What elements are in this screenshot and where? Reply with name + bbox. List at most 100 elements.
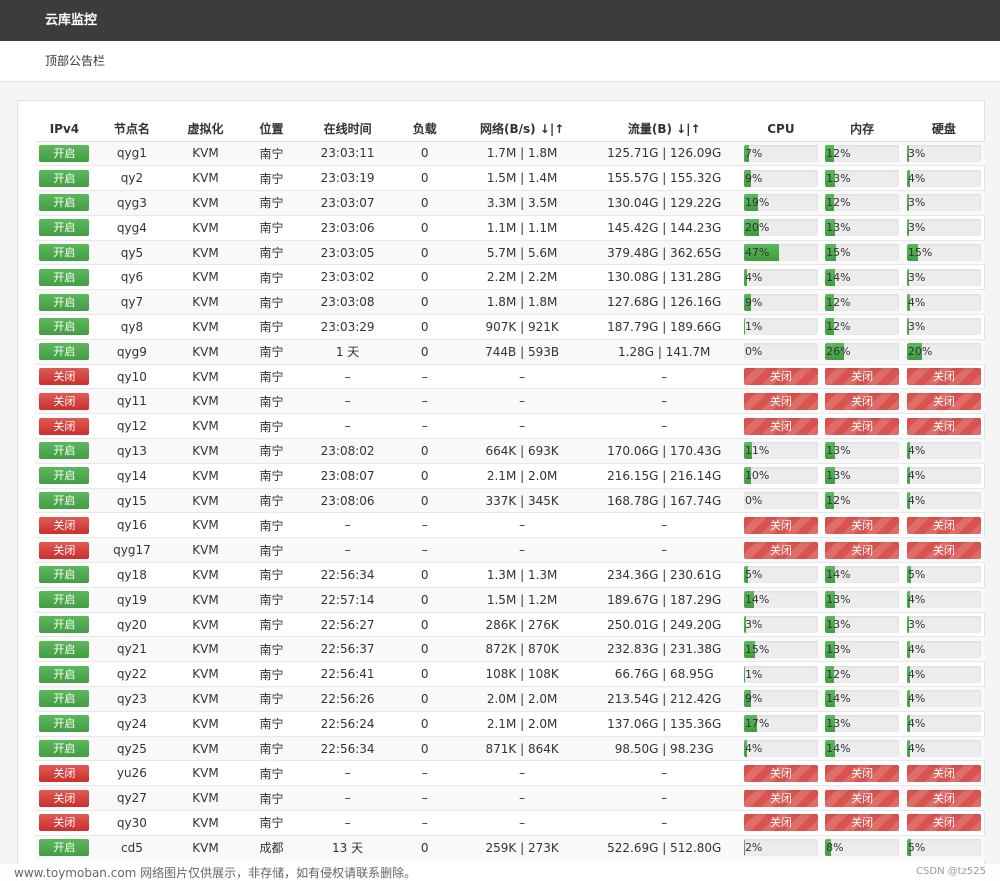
- cpu-percent: 20%: [744, 221, 770, 235]
- disk-percent: 5%: [907, 568, 926, 582]
- uptime: 23:03:11: [301, 140, 394, 166]
- location: 南宁: [241, 760, 302, 786]
- traffic: 1.28G | 141.7M: [588, 338, 741, 365]
- cpu-percent: 1%: [744, 320, 763, 334]
- table-row[interactable]: 关闭 qyg17 KVM 南宁 – – – – 关闭 关闭 关闭: [35, 537, 985, 563]
- disk-usage-bar: 4%: [906, 690, 981, 708]
- table-row[interactable]: 开启 qy14 KVM 南宁 23:08:07 0 2.1M | 2.0M 216.15G |…: [35, 462, 985, 489]
- network-speed: 2.1M | 2.0M: [456, 462, 589, 489]
- app-title[interactable]: 云库监控: [45, 13, 97, 28]
- table-row[interactable]: 关闭 qy12 KVM 南宁 – – – – 关闭 关闭 关闭: [35, 413, 985, 439]
- table-row[interactable]: 开启 qy13 KVM 南宁 23:08:02 0 664K | 693K 170.06G |…: [35, 438, 985, 464]
- table-row[interactable]: 开启 qyg9 KVM 南宁 1 天 0 744B | 593B 1.28G | 141.7M…: [35, 338, 985, 365]
- disk-usage-bar: 关闭: [906, 516, 981, 534]
- col-traffic[interactable]: 流量(B) ↓|↑: [588, 117, 741, 142]
- table-row[interactable]: 关闭 qy11 KVM 南宁 – – – – 关闭 关闭 关闭: [35, 388, 985, 414]
- table-row[interactable]: 关闭 qy27 KVM 南宁 – – – – 关闭 关闭 关闭: [35, 785, 985, 811]
- col-uptime[interactable]: 在线时间: [301, 117, 394, 142]
- mem-usage-bar: 关闭: [825, 516, 900, 534]
- disk-usage-bar: 关闭: [906, 789, 981, 807]
- table-row[interactable]: 关闭 qy16 KVM 南宁 – – – – 关闭 关闭 关闭: [35, 512, 985, 538]
- disk-usage-bar: 4%: [906, 665, 981, 683]
- col-network[interactable]: 网络(B/s) ↓|↑: [456, 117, 589, 142]
- col-node-name[interactable]: 节点名: [93, 117, 170, 142]
- uptime: –: [301, 785, 394, 811]
- table-row[interactable]: 开启 qy20 KVM 南宁 22:56:27 0 286K | 276K 250.01G |…: [35, 611, 985, 637]
- table-row[interactable]: 关闭 qy10 KVM 南宁 – – – – 关闭 关闭 关闭: [35, 363, 985, 389]
- cpu-percent: 14%: [744, 593, 770, 607]
- col-cpu[interactable]: CPU: [740, 117, 822, 142]
- disk-cell: 3%: [902, 264, 985, 290]
- table-row[interactable]: 开启 qy6 KVM 南宁 23:03:02 0 2.2M | 2.2M 130.08G | …: [35, 264, 985, 290]
- location: 南宁: [241, 264, 302, 290]
- disk-usage-bar: 4%: [906, 640, 981, 658]
- location: 南宁: [241, 586, 302, 613]
- cpu-offline-label: 关闭: [769, 518, 792, 532]
- col-location[interactable]: 位置: [241, 117, 302, 142]
- ipv4-cell: 关闭: [35, 512, 94, 538]
- disk-cell: 3%: [902, 314, 985, 340]
- mem-usage-bar: 13%: [825, 219, 900, 237]
- disk-usage-bar: 3%: [906, 144, 981, 162]
- table-row[interactable]: 开启 qyg3 KVM 南宁 23:03:07 0 3.3M | 3.5M 130.04G |…: [35, 190, 985, 216]
- cpu-usage-bar: 关闭: [743, 392, 818, 410]
- ipv4-cell: 开启: [35, 438, 94, 464]
- cpu-cell: 关闭: [740, 413, 822, 439]
- disk-offline-label: 关闭: [932, 543, 955, 557]
- table-row[interactable]: 开启 qy19 KVM 南宁 22:57:14 0 1.5M | 1.2M 189.67G |…: [35, 586, 985, 613]
- table-row[interactable]: 开启 qy5 KVM 南宁 23:03:05 0 5.7M | 5.6M 379.48G | …: [35, 239, 985, 265]
- disk-offline-label: 关闭: [932, 394, 955, 408]
- traffic: 168.78G | 167.74G: [588, 487, 741, 513]
- disk-cell: 5%: [902, 562, 985, 588]
- disk-cell: 4%: [902, 487, 985, 513]
- cpu-cell: 9%: [740, 289, 822, 315]
- mem-usage-bar: 14%: [825, 268, 900, 286]
- mem-cell: 13%: [821, 462, 903, 489]
- col-virtualization[interactable]: 虚拟化: [169, 117, 242, 142]
- col-disk[interactable]: 硬盘: [902, 117, 985, 142]
- table-row[interactable]: 开启 qy23 KVM 南宁 22:56:26 0 2.0M | 2.0M 213.54G |…: [35, 686, 985, 712]
- ipv4-cell: 开启: [35, 462, 94, 489]
- table-row[interactable]: 开启 qy21 KVM 南宁 22:56:37 0 872K | 870K 232.83G |…: [35, 636, 985, 662]
- traffic: 125.71G | 126.09G: [588, 140, 741, 166]
- table-row[interactable]: 开启 qyg1 KVM 南宁 23:03:11 0 1.7M | 1.8M 125.71G |…: [35, 140, 985, 166]
- table-row[interactable]: 开启 qy18 KVM 南宁 22:56:34 0 1.3M | 1.3M 234.36G |…: [35, 562, 985, 588]
- virtualization: KVM: [169, 512, 242, 538]
- mem-percent: 13%: [826, 171, 851, 185]
- ipv4-cell: 开启: [35, 140, 94, 166]
- virtualization: KVM: [169, 661, 242, 687]
- table-header-row: IPv4 节点名 虚拟化 位置 在线时间 负载 网络(B/s) ↓|↑ 流量(B…: [35, 117, 985, 142]
- network-speed: 2.0M | 2.0M: [456, 686, 589, 712]
- table-row[interactable]: 开启 qy7 KVM 南宁 23:03:08 0 1.8M | 1.8M 127.68G | …: [35, 289, 985, 315]
- table-row[interactable]: 关闭 yu26 KVM 南宁 – – – – 关闭 关闭 关闭: [35, 760, 985, 786]
- mem-percent: 15%: [826, 246, 851, 260]
- uptime: 23:03:07: [301, 190, 394, 216]
- disk-cell: 3%: [902, 190, 985, 216]
- load: 0: [393, 834, 457, 861]
- col-load[interactable]: 负载: [393, 117, 457, 142]
- table-row[interactable]: 开启 qy22 KVM 南宁 22:56:41 0 108K | 108K 66.76G | …: [35, 661, 985, 687]
- uptime: 1 天: [301, 338, 394, 365]
- mem-usage-bar: 关闭: [825, 368, 900, 386]
- location: 南宁: [241, 363, 302, 389]
- traffic: 213.54G | 212.42G: [588, 686, 741, 712]
- table-row[interactable]: 开启 qy8 KVM 南宁 23:03:29 0 907K | 921K 187.79G | …: [35, 314, 985, 340]
- col-ipv4[interactable]: IPv4: [35, 117, 94, 142]
- table-row[interactable]: 开启 cd5 KVM 成都 13 天 0 259K | 273K 522.69G | 512.…: [35, 834, 985, 861]
- load: 0: [393, 165, 457, 191]
- node-name: qyg3: [93, 190, 170, 216]
- table-row[interactable]: 开启 qyg4 KVM 南宁 23:03:06 0 1.1M | 1.1M 145.42G |…: [35, 214, 985, 241]
- col-memory[interactable]: 内存: [821, 117, 903, 142]
- table-row[interactable]: 开启 qy25 KVM 南宁 22:56:34 0 871K | 864K 98.50G | …: [35, 735, 985, 761]
- table-row[interactable]: 开启 qy24 KVM 南宁 22:56:24 0 2.1M | 2.0M 137.06G |…: [35, 710, 985, 737]
- table-row[interactable]: 关闭 qy30 KVM 南宁 – – – – 关闭 关闭 关闭: [35, 810, 985, 836]
- table-row[interactable]: 开启 qy15 KVM 南宁 23:08:06 0 337K | 345K 168.78G |…: [35, 487, 985, 513]
- disk-percent: 3%: [907, 270, 926, 284]
- uptime: –: [301, 363, 394, 389]
- ipv4-cell: 开启: [35, 338, 94, 365]
- mem-offline-label: 关闭: [851, 518, 874, 532]
- table-row[interactable]: 开启 qy2 KVM 南宁 23:03:19 0 1.5M | 1.4M 155.57G | …: [35, 165, 985, 191]
- virtualization: KVM: [169, 735, 242, 761]
- disk-percent: 4%: [907, 295, 926, 309]
- cpu-cell: 4%: [740, 264, 822, 290]
